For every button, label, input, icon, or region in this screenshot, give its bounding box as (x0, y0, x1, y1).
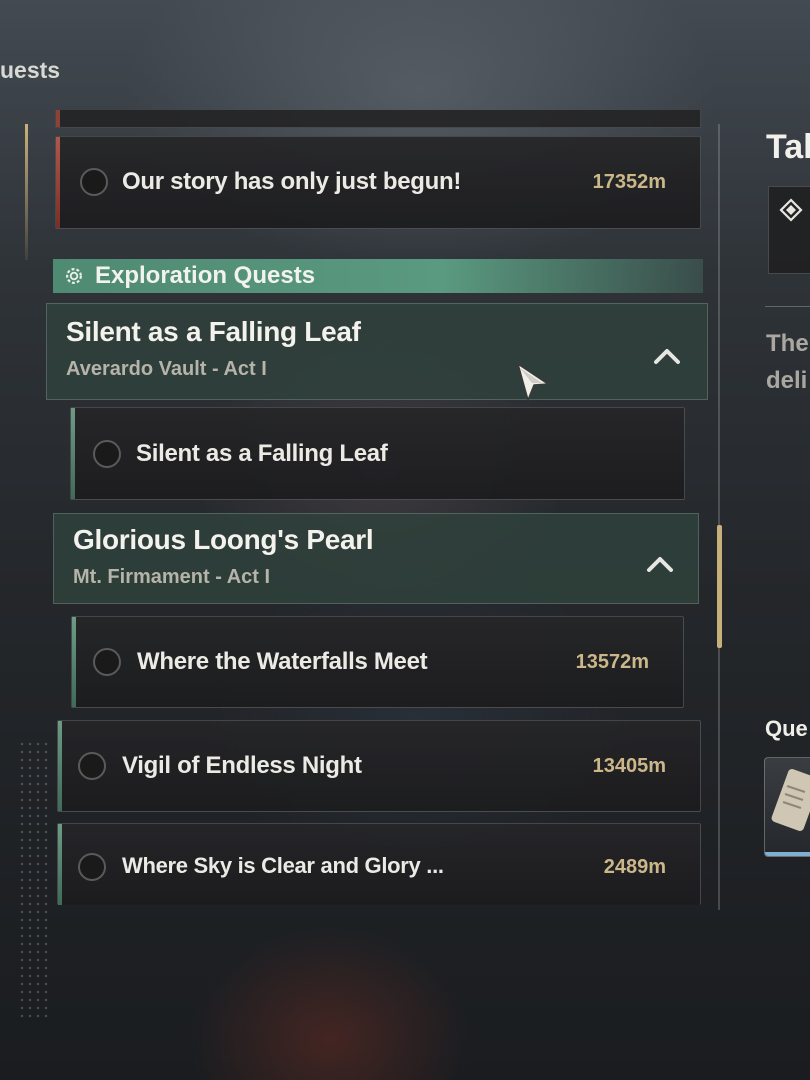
page-title: uests (0, 57, 61, 83)
group-subtitle: Averardo Vault - Act I (66, 358, 267, 380)
gear-icon (66, 268, 82, 284)
group-accent (71, 408, 75, 499)
scroll-icon (771, 769, 810, 831)
section-label: Exploration Quests (95, 262, 316, 289)
quest-group-header[interactable]: Glorious Loong's Pearl Mt. Firmament - A… (53, 513, 699, 604)
quest-item-partial[interactable] (55, 110, 701, 128)
list-scrollbar-track[interactable] (718, 124, 720, 910)
quest-status-circle-icon (80, 168, 108, 196)
chevron-up-icon[interactable] (652, 346, 682, 366)
group-title: Glorious Loong's Pearl (73, 524, 374, 555)
left-rail-indicator (25, 124, 28, 260)
detail-description-line: The (766, 330, 809, 357)
group-subtitle: Mt. Firmament - Act I (73, 566, 271, 588)
section-header-exploration: Exploration Quests (53, 259, 703, 293)
decorative-dots (18, 740, 48, 1020)
chevron-up-icon[interactable] (645, 554, 675, 574)
reward-item[interactable] (764, 757, 810, 857)
quest-status-circle-icon (93, 648, 121, 676)
quest-group-header[interactable]: Silent as a Falling Leaf Averardo Vault … (46, 303, 708, 400)
quest-name: Silent as a Falling Leaf (136, 440, 388, 467)
rewards-label: Que (765, 716, 808, 741)
quest-name: Where Sky is Clear and Glory ... (122, 853, 444, 878)
quest-name: Where the Waterfalls Meet (137, 648, 428, 675)
group-title: Silent as a Falling Leaf (66, 316, 361, 347)
diamond-icon (779, 198, 803, 222)
group-accent (72, 617, 76, 707)
quest-distance: 13405m (592, 755, 666, 777)
divider (765, 306, 810, 307)
quest-name: Our story has only just begun! (122, 168, 462, 195)
quest-status-circle-icon (78, 752, 106, 780)
tracked-accent (56, 137, 60, 228)
quest-item[interactable]: Where the Waterfalls Meet 13572m (71, 616, 684, 708)
quest-distance: 17352m (592, 171, 666, 193)
quest-name: Vigil of Endless Night (122, 752, 362, 779)
quest-distance: 13572m (575, 651, 649, 673)
quest-item[interactable]: Vigil of Endless Night 13405m (57, 720, 701, 812)
quest-status-circle-icon (93, 440, 121, 468)
group-accent (58, 824, 62, 905)
group-accent (58, 721, 62, 811)
detail-title: Tal (766, 128, 810, 166)
list-scrollbar-thumb[interactable] (717, 525, 722, 648)
quest-item[interactable]: Where Sky is Clear and Glory ... 2489m (57, 823, 701, 905)
quest-item[interactable]: Our story has only just begun! 17352m (55, 136, 701, 229)
quest-status-circle-icon (78, 853, 106, 881)
detail-description-line: deli (766, 367, 808, 394)
quest-distance: 2489m (603, 856, 666, 878)
mouse-cursor-icon (517, 363, 549, 401)
quest-item[interactable]: Silent as a Falling Leaf (70, 407, 685, 500)
